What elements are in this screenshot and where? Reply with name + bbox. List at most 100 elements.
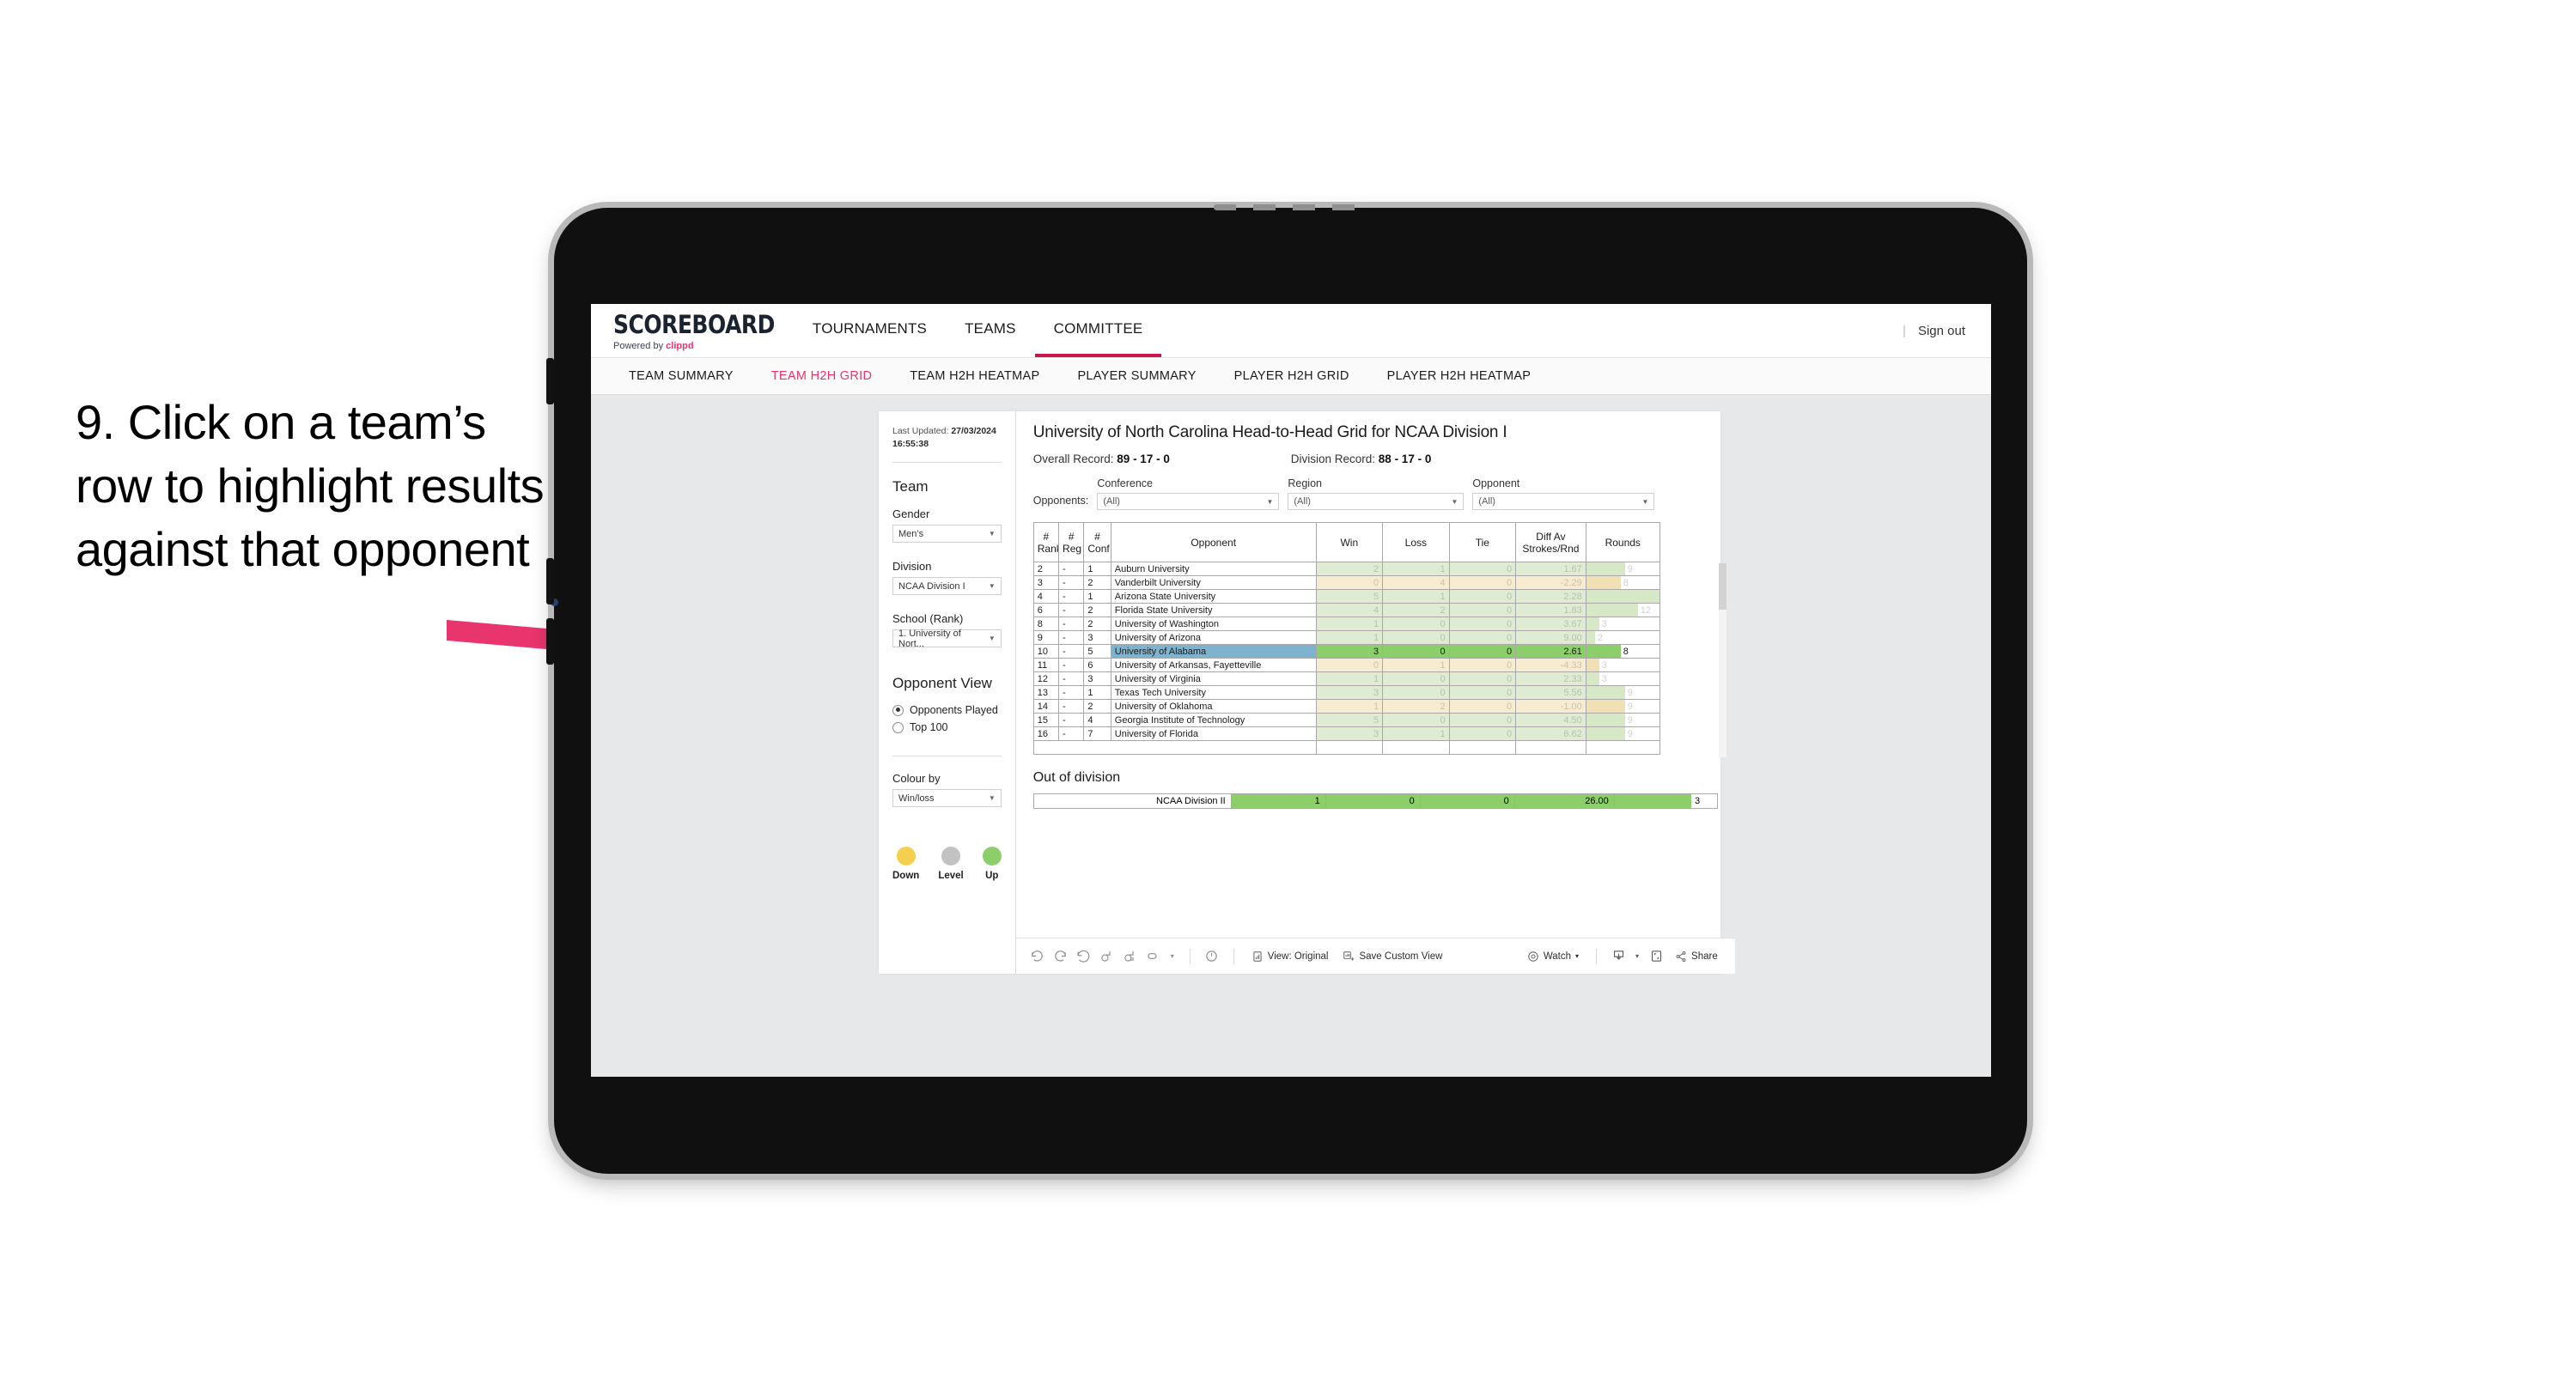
division-value: NCAA Division I <box>898 580 965 592</box>
table-row[interactable]: 14-2 University of Oklahoma 1 2 0 -1.00 9 <box>1032 699 1660 714</box>
legend-swatch-up <box>982 847 1002 866</box>
chevron-down-icon[interactable]: ▾ <box>1632 947 1642 966</box>
table-row[interactable]: 12-3 University of Virginia 1 0 0 2.33 3 <box>1032 671 1660 686</box>
fullscreen-icon[interactable] <box>1647 947 1666 966</box>
cell-loss: 2 <box>1382 699 1450 714</box>
table-row[interactable]: 10-5 University of Alabama 3 0 0 2.61 8 <box>1032 644 1660 659</box>
cell-win: 5 <box>1315 713 1384 727</box>
filter-region-label: Region <box>1288 477 1322 489</box>
cell-loss: 0 <box>1382 644 1450 659</box>
subnav-player-summary[interactable]: PLAYER SUMMARY <box>1058 369 1215 383</box>
grid-vertical-scrollbar[interactable] <box>1718 563 1726 757</box>
cell-tie: 0 <box>1448 699 1517 714</box>
chevron-down-icon[interactable]: ▾ <box>1167 947 1178 966</box>
filter-opponent-select[interactable]: (All) ▼ <box>1472 493 1655 510</box>
rounds-bar <box>1586 562 1625 575</box>
division-select[interactable]: NCAA Division I ▼ <box>892 577 1002 596</box>
rounds-bar <box>1586 714 1625 726</box>
table-row[interactable]: 6-2 Florida State University 4 2 0 1.83 12 <box>1032 603 1660 617</box>
save-custom-view-button[interactable]: Save Custom View <box>1337 951 1447 963</box>
filter-conference-select[interactable]: (All) ▼ <box>1097 493 1280 510</box>
radio-top-100[interactable]: Top 100 <box>892 721 1002 733</box>
col-conf-l2: Conf <box>1087 542 1110 555</box>
cell-loss: 0 <box>1382 630 1450 645</box>
cell-conf: 1 <box>1083 685 1111 700</box>
pause-icon[interactable] <box>1121 947 1140 966</box>
rounds-bar <box>1586 645 1621 658</box>
table-row[interactable]: 15-4 Georgia Institute of Technology 5 0 0 4.… <box>1032 713 1660 727</box>
grid-blank-cell <box>1515 740 1586 755</box>
rounds-value: 8 <box>1623 646 1629 657</box>
colour-by-select[interactable]: Win/loss ▼ <box>892 789 1002 808</box>
last-updated: Last Updated: 27/03/2024 16:55:38 <box>892 425 1002 451</box>
table-row[interactable]: 13-1 Texas Tech University 3 0 0 5.56 9 <box>1032 685 1660 700</box>
subnav-team-h2h-heatmap[interactable]: TEAM H2H HEATMAP <box>891 369 1058 383</box>
school-select[interactable]: 1. University of Nort... ▼ <box>892 629 1002 649</box>
cell-diff: 6.62 <box>1515 726 1586 741</box>
tablet-volume-up-button <box>546 358 554 404</box>
dashboard-card: Last Updated: 27/03/2024 16:55:38 Team G… <box>879 411 1735 974</box>
cell-diff: 9.00 <box>1515 630 1586 645</box>
records-row: Overall Record: 89 - 17 - 0 Division Rec… <box>1033 453 1718 465</box>
chevron-down-icon: ▼ <box>988 794 996 803</box>
cell-reg: - <box>1058 617 1085 631</box>
rounds-value: 9 <box>1627 728 1633 739</box>
primary-nav: TOURNAMENTS TEAMS COMMITTEE <box>794 304 1162 357</box>
nav-teams[interactable]: TEAMS <box>946 304 1035 357</box>
table-row[interactable]: 2-1 Auburn University 2 1 0 1.67 9 <box>1032 562 1660 576</box>
table-row[interactable]: 3-2 Vanderbilt University 0 4 0 -2.29 8 <box>1032 575 1660 590</box>
share-button[interactable]: Share <box>1670 951 1723 963</box>
table-row[interactable]: 11-6 University of Arkansas, Fayetteville… <box>1032 658 1660 672</box>
h2h-grid-table: #Rank #Reg #Conf Opponent Win Loss Tie D… <box>1032 522 1660 755</box>
table-row[interactable]: 4-1Arizona State University5102.2817 <box>1032 589 1660 604</box>
cell-conf: 2 <box>1083 603 1111 617</box>
table-row[interactable]: 8-2 University of Washington 1 0 0 3.67 3 <box>1032 617 1660 631</box>
ood-rounds-bar <box>1614 794 1691 808</box>
filter-conference-label: Conference <box>1097 477 1153 489</box>
nav-committee[interactable]: COMMITTEE <box>1034 304 1162 357</box>
ood-diff: 26.00 <box>1513 793 1615 809</box>
cell-tie: 0 <box>1448 726 1517 741</box>
grid-body: 2-1 Auburn University 2 1 0 1.67 9 3-2 Vanderbil… <box>1032 562 1660 755</box>
gender-select[interactable]: Men’s ▼ <box>892 525 1002 544</box>
view-original-button[interactable]: View: Original <box>1246 951 1334 963</box>
cell-loss: 0 <box>1382 685 1450 700</box>
redo-icon[interactable] <box>1051 947 1070 966</box>
cell-rank: 10 <box>1032 644 1060 659</box>
subnav-team-h2h-grid[interactable]: TEAM H2H GRID <box>752 369 892 383</box>
chevron-down-icon: ▼ <box>1266 497 1274 506</box>
app-logo[interactable]: SCOREBOARD Powered by clippd <box>591 304 794 357</box>
gender-value: Men’s <box>898 528 924 539</box>
revert-icon[interactable] <box>1075 947 1093 966</box>
nav-tournaments[interactable]: TOURNAMENTS <box>794 304 946 357</box>
filter-region-select[interactable]: (All) ▼ <box>1288 493 1465 510</box>
cell-tie: 0 <box>1448 617 1517 631</box>
cell-opponent: Auburn University <box>1110 562 1317 576</box>
watch-button[interactable]: Watch ▾ <box>1522 951 1584 963</box>
subnav-player-h2h-heatmap[interactable]: PLAYER H2H HEATMAP <box>1368 369 1550 383</box>
cell-tie: 0 <box>1448 603 1517 617</box>
cell-diff: -1.00 <box>1515 699 1586 714</box>
cell-tie: 0 <box>1448 685 1517 700</box>
cell-tie: 0 <box>1448 630 1517 645</box>
alerts-icon[interactable] <box>1203 947 1221 966</box>
subnav-player-h2h-grid[interactable]: PLAYER H2H GRID <box>1215 369 1368 383</box>
sign-out-link[interactable]: Sign out <box>1918 324 1965 338</box>
cell-diff: -4.33 <box>1515 658 1586 672</box>
cell-loss: 1 <box>1382 562 1450 576</box>
cell-rank: 16 <box>1032 726 1060 741</box>
download-icon[interactable] <box>1609 947 1628 966</box>
highlight-icon[interactable] <box>1144 947 1163 966</box>
cell-diff: 3.67 <box>1515 617 1586 631</box>
radio-opponents-played[interactable]: Opponents Played <box>892 704 1002 716</box>
table-row[interactable]: 16-7 University of Florida 3 1 0 6.62 9 <box>1032 726 1660 741</box>
undo-icon[interactable] <box>1028 947 1047 966</box>
out-of-division-row[interactable]: NCAA Division II 1 0 0 26.00 3 <box>1032 793 1718 809</box>
grid-blank-row <box>1032 740 1660 755</box>
scrollbar-thumb[interactable] <box>1718 563 1726 610</box>
col-conf-l1: # <box>1094 530 1100 543</box>
filter-region-value: (All) <box>1294 496 1311 507</box>
subnav-team-summary[interactable]: TEAM SUMMARY <box>610 369 752 383</box>
table-row[interactable]: 9-3 University of Arizona 1 0 0 9.00 2 <box>1032 630 1660 645</box>
refresh-icon[interactable] <box>1098 947 1117 966</box>
